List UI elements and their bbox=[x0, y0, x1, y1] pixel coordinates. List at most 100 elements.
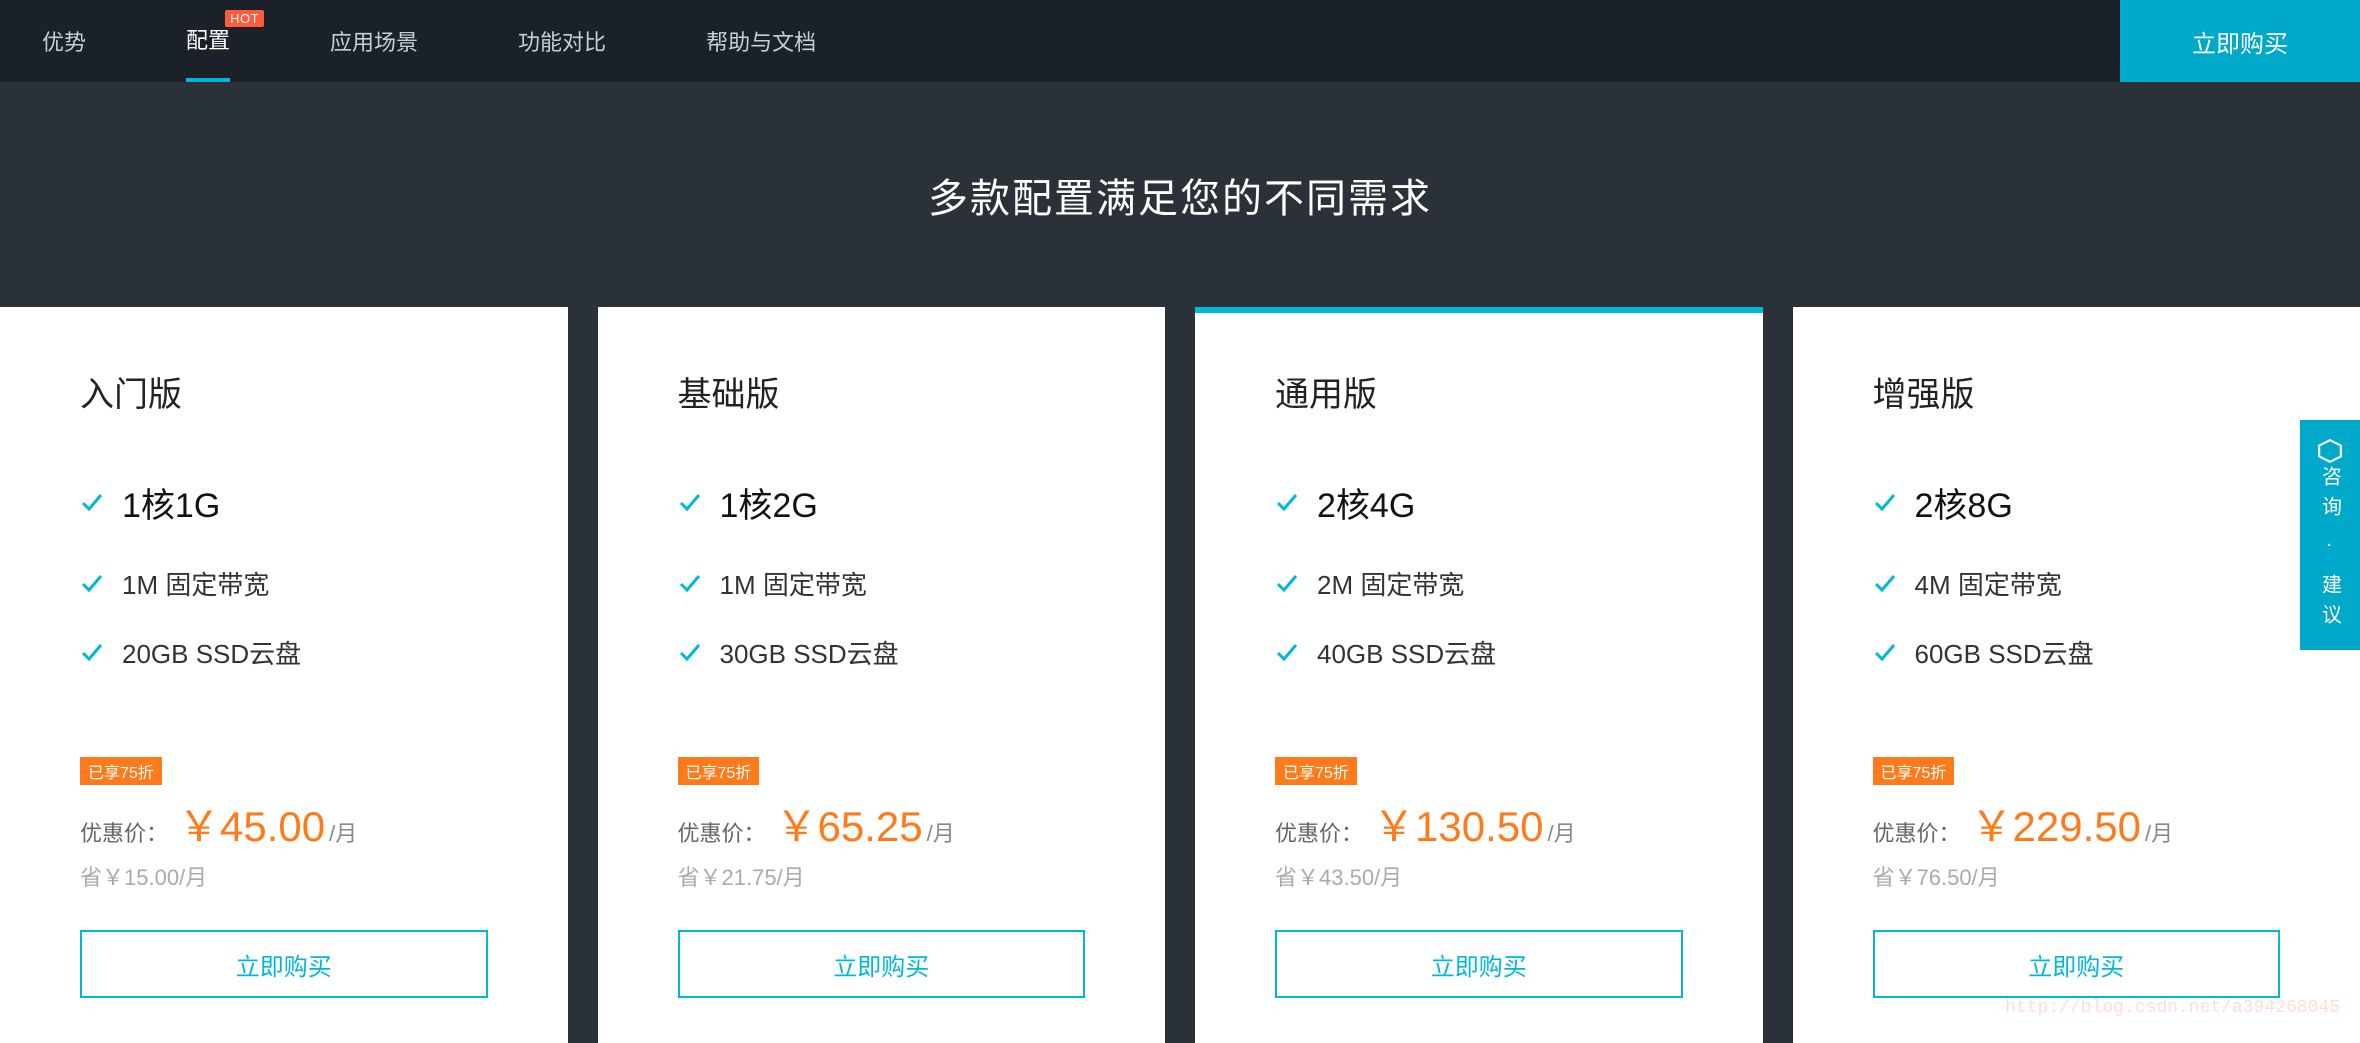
save-line: 省￥76.50/月 bbox=[1873, 860, 2281, 892]
plan-spec-text: 1核2G bbox=[720, 478, 818, 527]
plan-bandwidth: 1M 固定带宽 bbox=[678, 565, 1086, 602]
plan-bandwidth: 4M 固定带宽 bbox=[1873, 565, 2281, 602]
buy-button[interactable]: 立即购买 bbox=[678, 930, 1086, 998]
plan-card-enhanced: 增强版 2核8G 4M 固定带宽 60GB SSD云盘 已享75折 优惠价： ￥… bbox=[1793, 307, 2360, 1043]
price-unit: /月 bbox=[329, 816, 357, 848]
plan-storage-text: 60GB SSD云盘 bbox=[1915, 634, 2094, 671]
plan-storage-text: 30GB SSD云盘 bbox=[720, 634, 899, 671]
top-nav: 优势 配置 HOT 应用场景 功能对比 帮助与文档 立即购买 bbox=[0, 0, 2360, 82]
discount-tag: 已享75折 bbox=[1275, 757, 1357, 785]
discount-tag: 已享75折 bbox=[678, 757, 760, 785]
price-unit: /月 bbox=[1547, 816, 1575, 848]
plan-bandwidth-text: 4M 固定带宽 bbox=[1915, 565, 2062, 602]
plan-spec-text: 1核1G bbox=[122, 478, 220, 527]
plan-spec-text: 2核4G bbox=[1317, 478, 1415, 527]
nav-docs[interactable]: 帮助与文档 bbox=[706, 0, 816, 82]
buy-button-label: 立即购买 bbox=[1431, 947, 1527, 982]
price-line: 优惠价： ￥130.50 /月 bbox=[1275, 793, 1683, 854]
hero-title: 多款配置满足您的不同需求 bbox=[928, 166, 1432, 224]
plan-storage: 40GB SSD云盘 bbox=[1275, 634, 1683, 671]
plan-bandwidth-text: 1M 固定带宽 bbox=[720, 565, 867, 602]
check-icon bbox=[1873, 491, 1897, 515]
nav-label: 功能对比 bbox=[518, 25, 606, 57]
price-line: 优惠价： ￥45.00 /月 bbox=[80, 793, 488, 854]
save-line: 省￥21.75/月 bbox=[678, 860, 1086, 892]
buy-button[interactable]: 立即购买 bbox=[1873, 930, 2281, 998]
plan-spec: 2核4G bbox=[1275, 478, 1683, 527]
check-icon bbox=[678, 572, 702, 596]
watermark: http://blog.csdn.net/a394268045 bbox=[2005, 998, 2340, 1018]
buy-button-label: 立即购买 bbox=[236, 947, 332, 982]
check-icon bbox=[1275, 491, 1299, 515]
nav-label: 应用场景 bbox=[330, 25, 418, 57]
price-label: 优惠价： bbox=[80, 816, 168, 848]
plan-name: 基础版 bbox=[678, 367, 1086, 416]
plan-spec-text: 2核8G bbox=[1915, 478, 2013, 527]
nav-scenarios[interactable]: 应用场景 bbox=[330, 0, 418, 82]
feedback-tab[interactable]: 咨询 · 建议 bbox=[2300, 420, 2360, 650]
plan-card-basic: 基础版 1核2G 1M 固定带宽 30GB SSD云盘 已享75折 优惠价： ￥… bbox=[598, 307, 1166, 1043]
plan-storage: 20GB SSD云盘 bbox=[80, 634, 488, 671]
price-block: 已享75折 优惠价： ￥130.50 /月 省￥43.50/月 bbox=[1275, 757, 1683, 892]
plan-storage: 30GB SSD云盘 bbox=[678, 634, 1086, 671]
plan-spec: 2核8G bbox=[1873, 478, 2281, 527]
buy-now-button-top[interactable]: 立即购买 bbox=[2120, 0, 2360, 82]
nav-compare[interactable]: 功能对比 bbox=[518, 0, 606, 82]
check-icon bbox=[80, 491, 104, 515]
price-value: ￥65.25 bbox=[776, 793, 923, 854]
hexagon-icon bbox=[2317, 438, 2343, 464]
plan-bandwidth: 2M 固定带宽 bbox=[1275, 565, 1683, 602]
check-icon bbox=[80, 572, 104, 596]
buy-button-label: 立即购买 bbox=[833, 947, 929, 982]
plan-name: 通用版 bbox=[1275, 367, 1683, 416]
pricing-cards: 入门版 1核1G 1M 固定带宽 20GB SSD云盘 已享75折 优惠价： ￥… bbox=[0, 307, 2360, 1043]
check-icon bbox=[1275, 641, 1299, 665]
price-label: 优惠价： bbox=[678, 816, 766, 848]
price-line: 优惠价： ￥229.50 /月 bbox=[1873, 793, 2281, 854]
price-block: 已享75折 优惠价： ￥229.50 /月 省￥76.50/月 bbox=[1873, 757, 2281, 892]
price-label: 优惠价： bbox=[1275, 816, 1363, 848]
check-icon bbox=[678, 491, 702, 515]
nav-label: 优势 bbox=[42, 25, 86, 57]
check-icon bbox=[1275, 572, 1299, 596]
discount-tag: 已享75折 bbox=[80, 757, 162, 785]
price-label: 优惠价： bbox=[1873, 816, 1961, 848]
discount-tag: 已享75折 bbox=[1873, 757, 1955, 785]
feedback-label: 咨询 · 建议 bbox=[2316, 466, 2345, 634]
plan-spec: 1核1G bbox=[80, 478, 488, 527]
plan-storage-text: 40GB SSD云盘 bbox=[1317, 634, 1496, 671]
plan-storage-text: 20GB SSD云盘 bbox=[122, 634, 301, 671]
price-value: ￥45.00 bbox=[178, 793, 325, 854]
price-value: ￥229.50 bbox=[1971, 793, 2141, 854]
price-unit: /月 bbox=[2145, 816, 2173, 848]
check-icon bbox=[80, 641, 104, 665]
price-block: 已享75折 优惠价： ￥45.00 /月 省￥15.00/月 bbox=[80, 757, 488, 892]
plan-name: 增强版 bbox=[1873, 367, 2281, 416]
price-line: 优惠价： ￥65.25 /月 bbox=[678, 793, 1086, 854]
plan-storage: 60GB SSD云盘 bbox=[1873, 634, 2281, 671]
plan-bandwidth-text: 1M 固定带宽 bbox=[122, 565, 269, 602]
nav-label: 配置 bbox=[186, 23, 230, 55]
plan-name: 入门版 bbox=[80, 367, 488, 416]
plan-card-general: 通用版 2核4G 2M 固定带宽 40GB SSD云盘 已享75折 优惠价： ￥… bbox=[1195, 307, 1763, 1043]
hot-badge: HOT bbox=[225, 10, 264, 27]
plan-bandwidth-text: 2M 固定带宽 bbox=[1317, 565, 1464, 602]
nav-advantages[interactable]: 优势 bbox=[42, 0, 86, 82]
plan-card-entry: 入门版 1核1G 1M 固定带宽 20GB SSD云盘 已享75折 优惠价： ￥… bbox=[0, 307, 568, 1043]
save-line: 省￥15.00/月 bbox=[80, 860, 488, 892]
nav-config[interactable]: 配置 HOT bbox=[186, 0, 230, 82]
buy-button[interactable]: 立即购买 bbox=[1275, 930, 1683, 998]
check-icon bbox=[678, 641, 702, 665]
price-unit: /月 bbox=[927, 816, 955, 848]
check-icon bbox=[1873, 641, 1897, 665]
hero: 多款配置满足您的不同需求 bbox=[0, 82, 2360, 307]
buy-button-label: 立即购买 bbox=[2028, 947, 2124, 982]
buy-now-label: 立即购买 bbox=[2192, 24, 2288, 59]
price-value: ￥130.50 bbox=[1373, 793, 1543, 854]
plan-bandwidth: 1M 固定带宽 bbox=[80, 565, 488, 602]
nav-label: 帮助与文档 bbox=[706, 25, 816, 57]
check-icon bbox=[1873, 572, 1897, 596]
buy-button[interactable]: 立即购买 bbox=[80, 930, 488, 998]
save-line: 省￥43.50/月 bbox=[1275, 860, 1683, 892]
price-block: 已享75折 优惠价： ￥65.25 /月 省￥21.75/月 bbox=[678, 757, 1086, 892]
